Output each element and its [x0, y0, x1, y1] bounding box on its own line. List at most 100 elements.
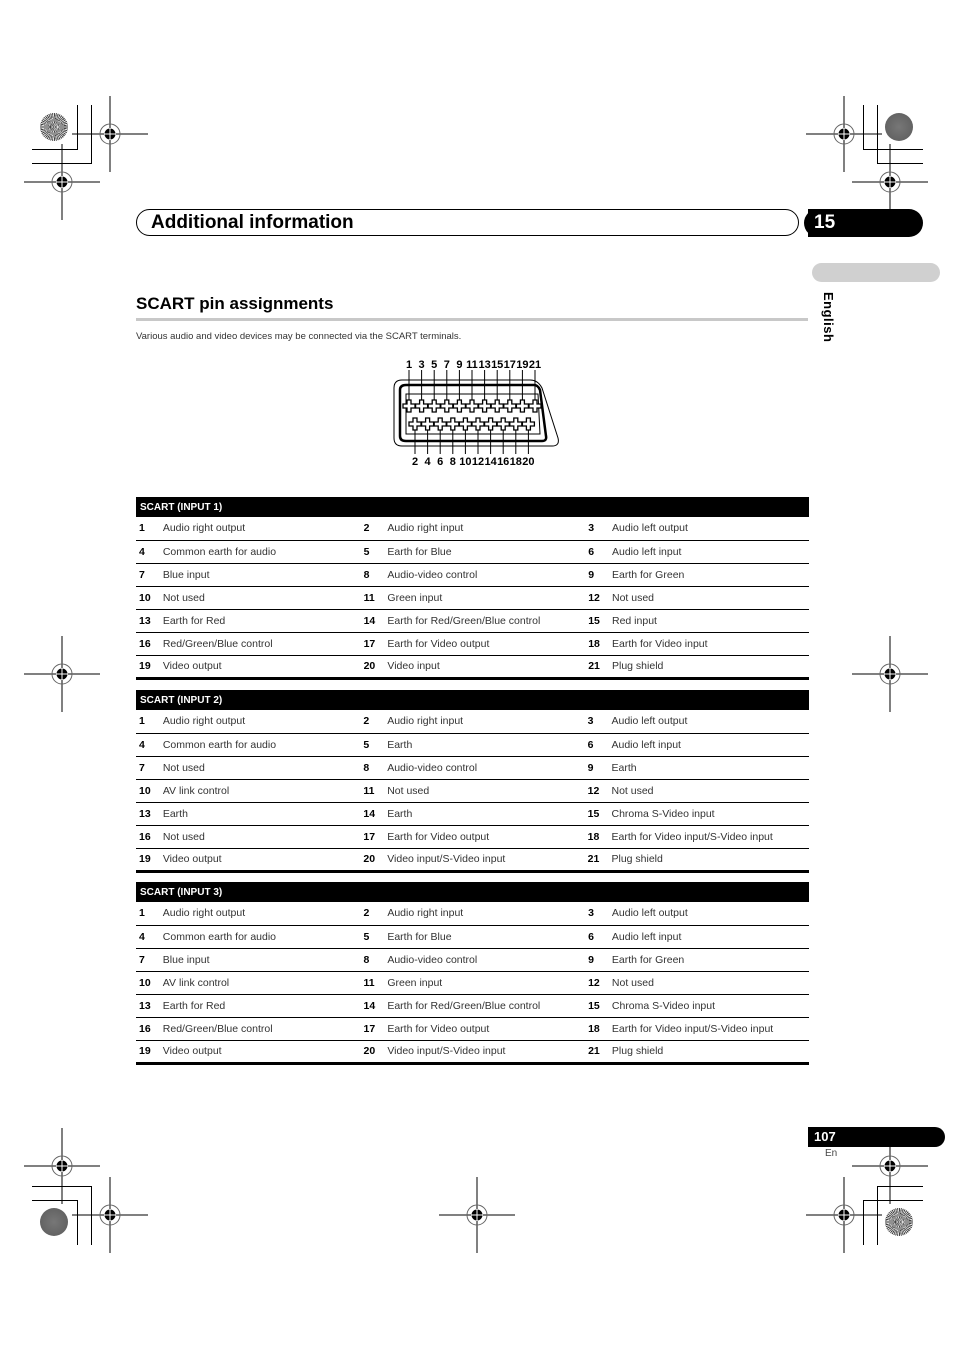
pin-description: Audio left output: [610, 710, 809, 734]
pin-label: 3: [419, 359, 425, 371]
pin-number: 21: [585, 655, 611, 680]
chapter-number: 15: [814, 212, 836, 233]
chapter-title: Additional information: [151, 212, 354, 233]
registration-target-icon: [72, 1177, 148, 1253]
color-rosette-icon: [885, 113, 913, 141]
pin-description: Red input: [611, 609, 809, 633]
pin-label: 16: [497, 456, 509, 468]
pin-description: Common earth for audio: [161, 925, 361, 949]
pin-number: 12: [585, 971, 611, 995]
pin-number: 15: [584, 802, 611, 826]
table-title: SCART (INPUT 3): [140, 886, 223, 898]
pin-description: Not used: [610, 779, 809, 803]
table-row: 10 AV link control 11 Green input 12 Not used: [136, 971, 809, 995]
pin-number: 5: [360, 540, 387, 564]
pin-label: 7: [444, 359, 450, 371]
table-header: SCART (INPUT 3): [136, 882, 809, 902]
table-row: 1 Audio right output 2 Audio right input 3 Au…: [136, 902, 809, 926]
pin-number: 3: [585, 517, 611, 541]
pin-number: 9: [584, 756, 611, 780]
pin-description: Blue input: [161, 948, 361, 972]
language-label: English: [821, 292, 836, 343]
pin-description: Video output: [161, 655, 361, 680]
pin-description: Earth for Video input: [611, 632, 809, 656]
registration-target-icon: [24, 636, 100, 712]
pin-number: 20: [360, 1040, 387, 1065]
table-row: 13 Earth for Red 14 Earth for Red/Green/Blu…: [136, 609, 809, 633]
pin-description: Audio right output: [161, 902, 361, 926]
pin-contact: [414, 399, 429, 413]
pin-label: 8: [450, 456, 456, 468]
pin-number: 21: [584, 848, 611, 873]
pin-number: 8: [360, 756, 387, 780]
pin-description: Audio left output: [611, 517, 809, 541]
pin-contact: [433, 417, 447, 431]
pin-description: Earth for Red: [161, 609, 361, 633]
pin-description: Earth: [610, 756, 809, 780]
pin-description: Audio-video control: [386, 948, 586, 972]
pin-description: Earth: [161, 802, 361, 826]
color-rosette-icon: [885, 1208, 913, 1236]
pin-label: 10: [459, 456, 471, 468]
table-row: 16 Red/Green/Blue control 17 Earth for Vide…: [136, 1017, 809, 1041]
pin-description: Earth: [386, 802, 585, 826]
scart-connector-diagram: 1 3 5 7 9 11 13 15 17 19 21 2 4 6 8 10 12 14 16 18 20: [380, 356, 570, 476]
pin-number: 18: [585, 1017, 611, 1041]
pin-description: Video input/S-Video input: [386, 848, 585, 873]
language-tab: [812, 263, 940, 282]
pin-number: 13: [136, 609, 162, 633]
pin-number: 1: [136, 517, 162, 541]
section-rule: [136, 318, 808, 321]
table-header: SCART (INPUT 1): [136, 497, 809, 517]
pin-number: 4: [136, 733, 162, 757]
pin-number: 1: [136, 902, 162, 926]
pin-number: 7: [136, 756, 162, 780]
pin-number: 19: [136, 1040, 162, 1065]
pin-label: 6: [437, 456, 443, 468]
pin-label: 11: [466, 359, 478, 371]
pin-number: 16: [136, 632, 162, 656]
table-row: 1 Audio right output 2 Audio right input 3 Au…: [136, 517, 809, 541]
pin-description: Earth for Red/Green/Blue control: [386, 994, 586, 1018]
pin-number: 7: [136, 563, 162, 587]
pin-number: 11: [360, 971, 387, 995]
pin-description: Not used: [161, 756, 361, 780]
table-row: 19 Video output 20 Video input/S-Video inpu…: [136, 1040, 809, 1065]
pin-description: Audio right input: [386, 902, 586, 926]
table-header: SCART (INPUT 2): [136, 690, 809, 710]
chapter-number-tab: 15: [804, 209, 923, 237]
table-row: 10 Not used 11 Green input 12 Not used: [136, 586, 809, 610]
table-title: SCART (INPUT 1): [140, 501, 223, 513]
pin-contact: [452, 399, 467, 413]
pin-description: Audio right output: [161, 710, 361, 734]
pin-description: Audio left input: [610, 733, 809, 757]
pin-number: 3: [584, 710, 611, 734]
pin-number: 6: [585, 540, 611, 564]
pin-number: 13: [136, 802, 162, 826]
table-row: 19 Video output 20 Video input 21 Plug shield: [136, 655, 809, 680]
table-row: 7 Blue input 8 Audio-video control 9 Earth fo…: [136, 948, 809, 972]
pin-number: 14: [360, 609, 387, 633]
pin-number: 3: [585, 902, 611, 926]
table-row: 16 Red/Green/Blue control 17 Earth for Vide…: [136, 632, 809, 656]
pin-number: 5: [360, 925, 387, 949]
registration-target-icon: [439, 1177, 515, 1253]
table-row: 4 Common earth for audio 5 Earth for Blue 6 A…: [136, 925, 809, 949]
pin-contact: [427, 399, 441, 413]
pin-label: 2: [412, 456, 418, 468]
table-row: 13 Earth 14 Earth 15 Chroma S-Video input: [136, 802, 809, 826]
pin-description: Audio right input: [386, 517, 586, 541]
table-row: 7 Blue input 8 Audio-video control 9 Earth fo…: [136, 563, 809, 587]
pin-description: Plug shield: [610, 1040, 809, 1065]
pin-label: 15: [491, 359, 503, 371]
pin-description: Chroma S-Video input: [610, 994, 809, 1018]
pin-description: Video output: [161, 848, 361, 873]
table-title: SCART (INPUT 2): [140, 694, 223, 706]
registration-target-icon: [806, 1177, 882, 1253]
pin-number: 2: [360, 517, 387, 541]
pin-description: Video output: [161, 1040, 361, 1065]
pin-description: Audio left output: [610, 902, 809, 926]
pin-description: Not used: [386, 779, 585, 803]
pin-number: 19: [136, 655, 162, 680]
pin-contact: [446, 417, 460, 431]
